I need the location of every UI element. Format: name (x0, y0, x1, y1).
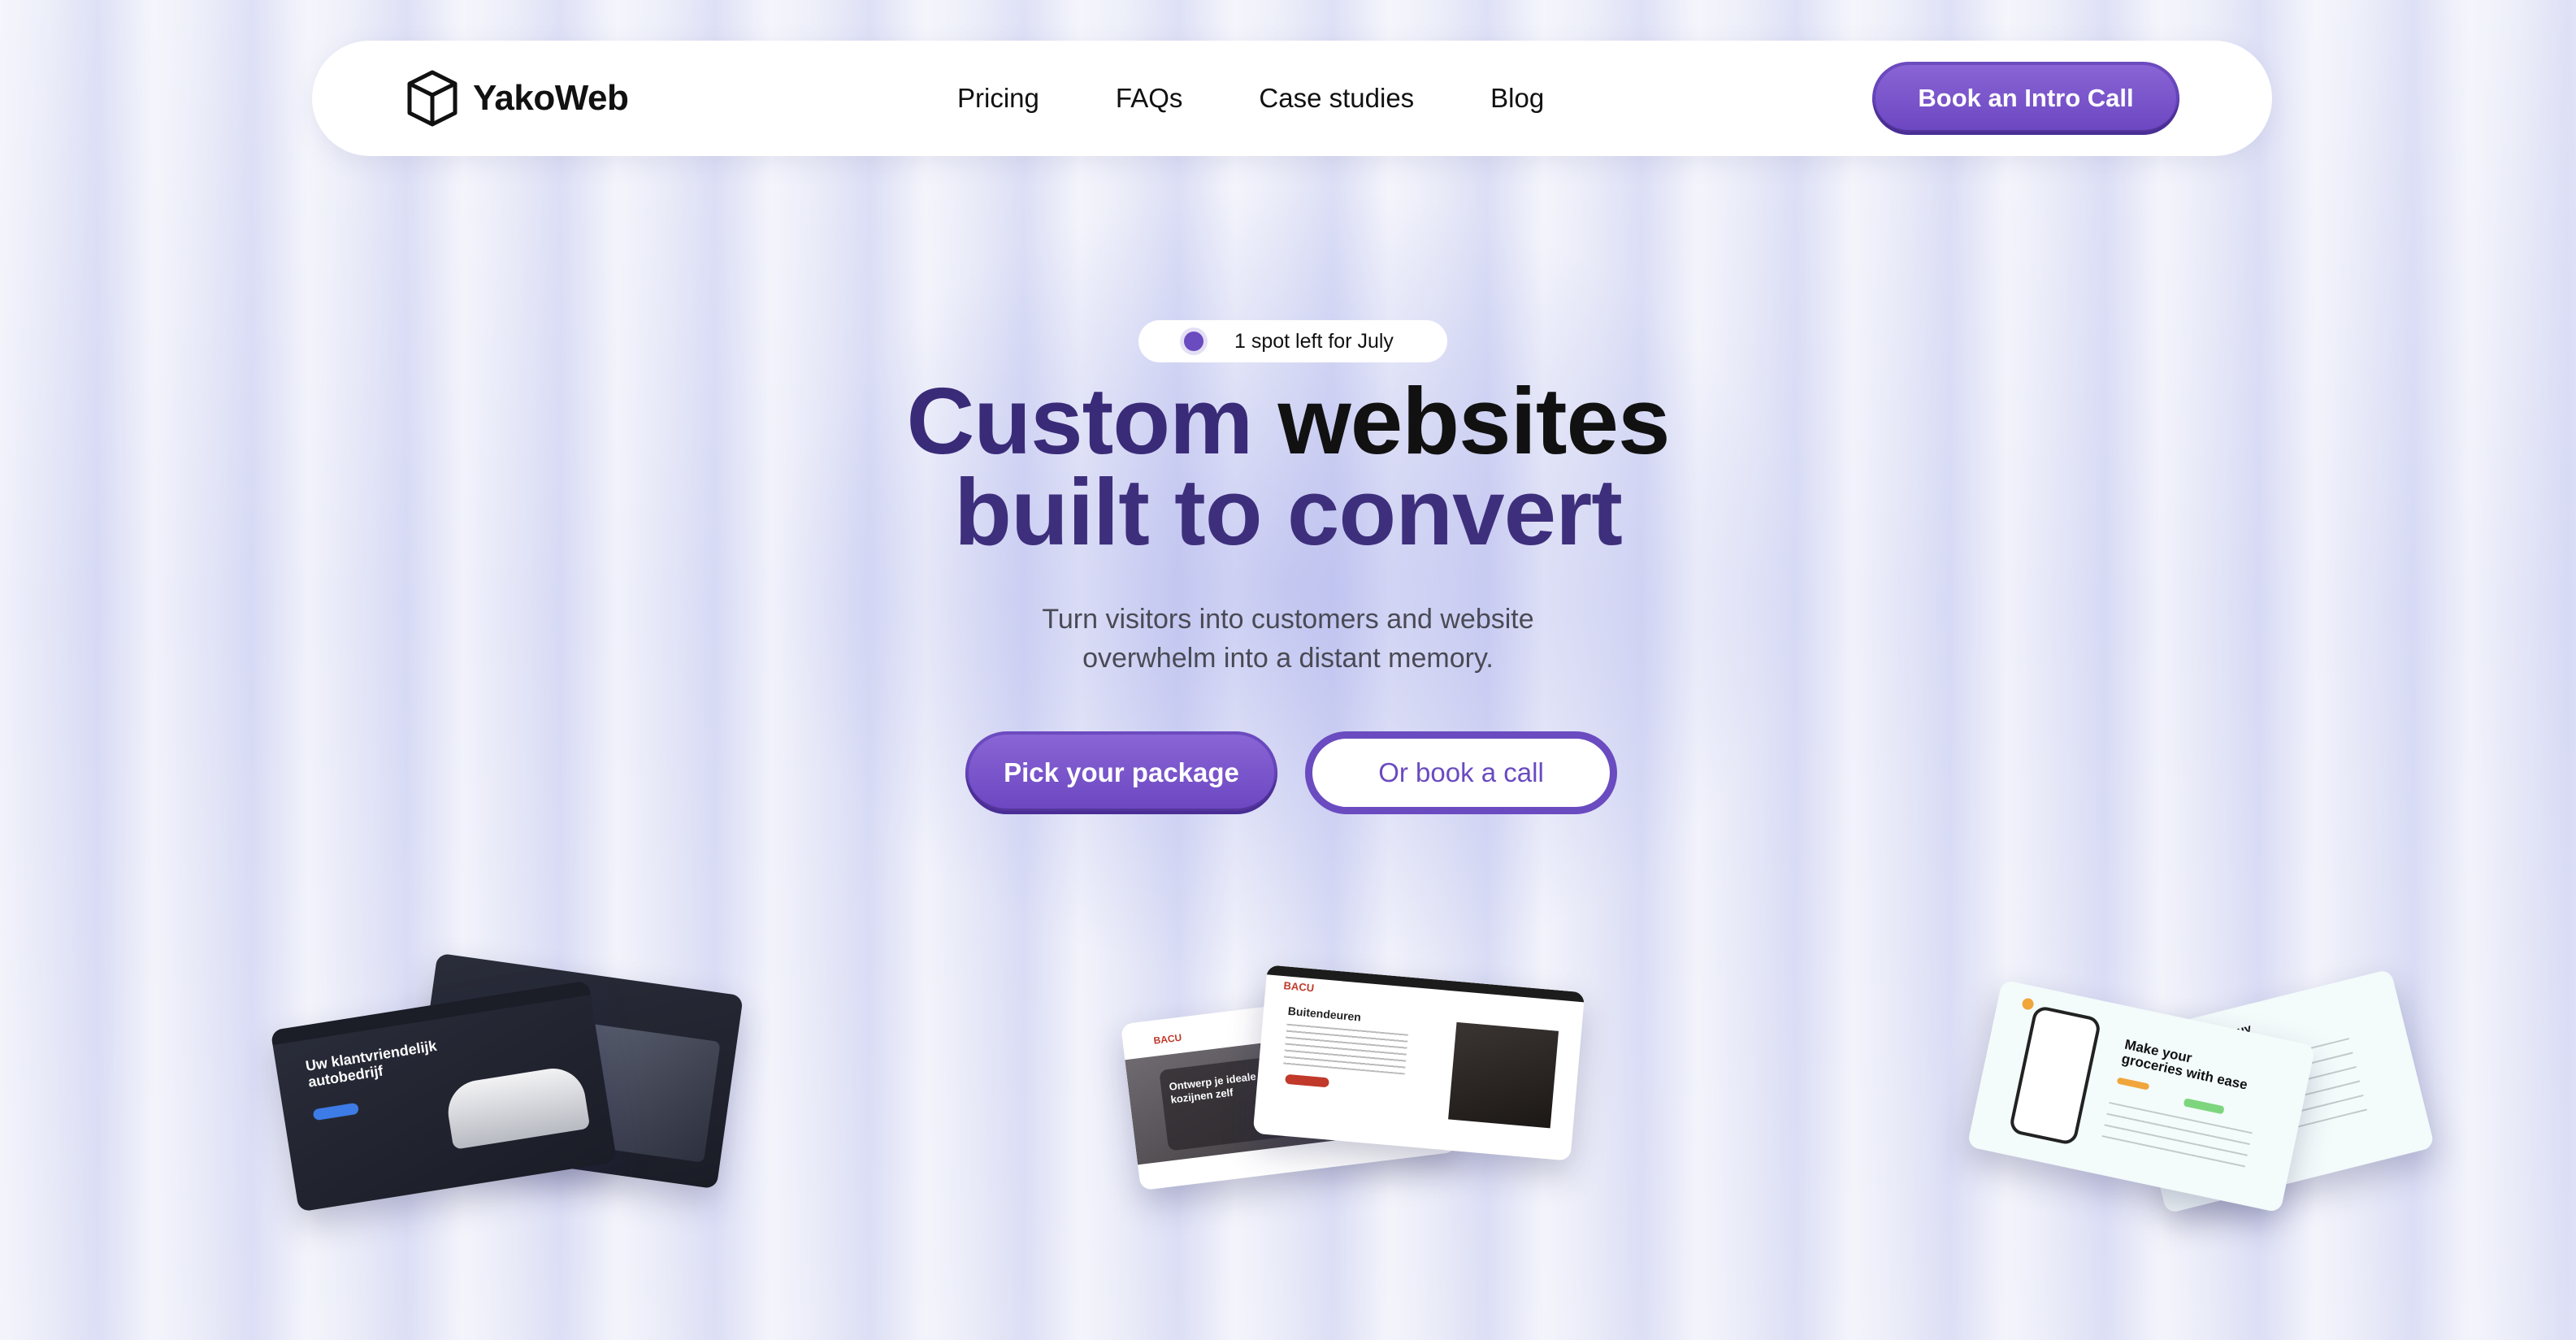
availability-text: 1 spot left for July (1234, 329, 1394, 353)
top-navbar: YakoWeb Pricing FAQs Case studies Blog B… (312, 41, 2272, 156)
status-dot-icon (1184, 332, 1203, 351)
card1-title: Uw klantvriendelijk autobedrijf (304, 1037, 438, 1091)
hero-headline: Custom websites built to convert (0, 374, 2576, 565)
brand-name: YakoWeb (473, 78, 629, 118)
nav-link-blog[interactable]: Blog (1490, 83, 1544, 114)
headline-word-custom: Custom (906, 368, 1253, 474)
headline-line-2: built to convert (954, 459, 1623, 565)
card2-brand-small: BACU (1152, 1031, 1182, 1047)
hero-subtitle: Turn visitors into customers and website… (0, 600, 2576, 678)
availability-badge: 1 spot left for July (1138, 320, 1447, 362)
nav-links: Pricing FAQs Case studies Blog (957, 41, 1620, 156)
nav-link-pricing[interactable]: Pricing (957, 83, 1039, 114)
card2-brand: BACU (1283, 979, 1315, 995)
showcase-card-1-front: Uw klantvriendelijk autobedrijf (270, 980, 618, 1212)
book-call-button[interactable]: Or book a call (1305, 731, 1617, 814)
card2-title: Buitendeuren (1287, 1004, 1362, 1024)
brand-logo[interactable]: YakoWeb (405, 67, 629, 130)
showcase-card-2-front: BACU Buitendeuren (1252, 965, 1585, 1161)
nav-link-case-studies[interactable]: Case studies (1259, 83, 1414, 114)
subtitle-line-2: overwhelm into a distant memory. (1082, 643, 1494, 674)
book-intro-call-button[interactable]: Book an Intro Call (1872, 62, 2179, 135)
headline-word-websites: websites (1277, 368, 1671, 474)
cube-icon (407, 70, 458, 127)
pick-package-button[interactable]: Pick your package (965, 731, 1277, 814)
subtitle-line-1: Turn visitors into customers and website (1042, 604, 1534, 635)
nav-link-faqs[interactable]: FAQs (1116, 83, 1183, 114)
